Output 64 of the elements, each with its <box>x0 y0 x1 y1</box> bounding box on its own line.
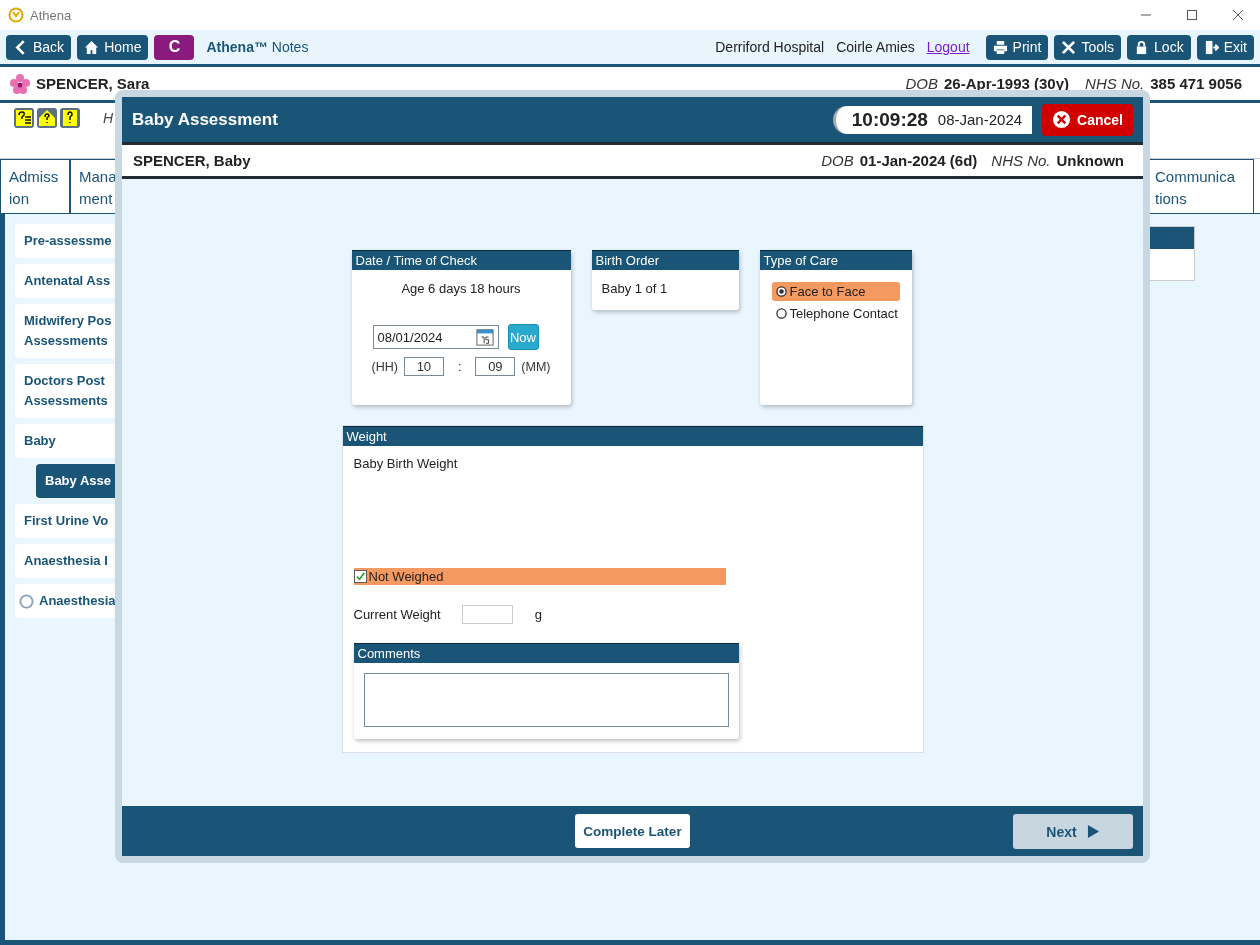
card-header: Birth Order <box>591 250 739 270</box>
not-weighed-checkbox[interactable]: Not Weighed <box>353 568 726 585</box>
printer-icon <box>992 39 1008 55</box>
panel-header: Weight <box>342 426 923 446</box>
calendar-icon[interactable] <box>475 328 494 346</box>
radio-icon <box>775 308 787 319</box>
alert-list-icon[interactable] <box>14 108 34 128</box>
time-separator: : <box>457 359 462 374</box>
hours-field[interactable]: 10 <box>403 357 444 376</box>
user-name: Coirle Amies <box>836 39 915 55</box>
patient-name: SPENCER, Sara <box>36 75 150 92</box>
cancel-button[interactable]: Cancel <box>1042 103 1133 136</box>
checkbox-icon <box>353 570 367 583</box>
nhs-value: Unknown <box>1056 152 1124 169</box>
dob-label: DOB <box>821 152 854 169</box>
minutes-label: (MM) <box>521 359 551 374</box>
date-field[interactable]: 08/01/2024 <box>372 325 499 349</box>
nhs-label: NHS No. <box>991 152 1051 169</box>
radio-option[interactable]: Face to Face <box>771 282 900 301</box>
dialog-title: Baby Assessment <box>132 109 278 130</box>
clock-display: 10:09:28 08-Jan-2024 <box>832 105 1033 134</box>
age-text: Age 6 days 18 hours <box>400 281 522 296</box>
maximize-icon[interactable] <box>1186 9 1198 21</box>
app-name: Athena™ Notes <box>206 39 309 55</box>
play-arrow-icon <box>1086 824 1100 839</box>
unit-label: g <box>534 607 542 622</box>
close-icon[interactable] <box>1232 9 1244 21</box>
window-title: Athena <box>30 7 72 23</box>
minutes-field[interactable]: 09 <box>475 357 516 376</box>
nhs-label: NHS No. <box>1085 75 1145 92</box>
radio-icon <box>775 286 787 297</box>
toolbar-button[interactable]: Exit <box>1196 34 1254 60</box>
weight-input-field[interactable] <box>461 605 513 624</box>
birth-weight-label: Baby Birth Weight <box>353 456 459 471</box>
radio-icon <box>19 593 34 609</box>
card-header: Comments <box>353 643 739 663</box>
nav-button[interactable]: Home <box>77 34 149 60</box>
card-header: Type of Care <box>759 250 912 270</box>
hospital-name: Derriford Hospital <box>715 39 825 55</box>
radio-option[interactable]: Telephone Contact <box>771 304 900 323</box>
flower-icon <box>10 73 30 94</box>
logout-link[interactable]: Logout <box>926 39 970 55</box>
card-header: Date / Time of Check <box>351 250 571 270</box>
nav-button[interactable]: Back <box>6 34 72 60</box>
birth-order-value: Baby 1 of 1 <box>600 280 669 298</box>
baby-name: SPENCER, Baby <box>133 152 251 169</box>
dob-label: DOB <box>905 75 938 92</box>
alert-text: H <box>103 110 114 126</box>
comments-field[interactable] <box>363 673 729 727</box>
home-icon <box>84 39 100 55</box>
c-button[interactable]: C <box>154 34 195 60</box>
toolbar-button[interactable]: Tools <box>1054 34 1122 60</box>
toolbar-button[interactable]: Lock <box>1127 34 1191 60</box>
exit-door-icon <box>1203 39 1219 55</box>
app-logo-icon <box>8 7 24 23</box>
toolbar-button[interactable]: Print <box>985 34 1049 60</box>
hours-label: (HH) <box>371 359 398 374</box>
current-weight-label: Current Weight <box>353 607 441 622</box>
alert-house-icon[interactable] <box>37 108 57 128</box>
dob-value: 01-Jan-2024 (6d) <box>859 152 978 169</box>
complete-later-button[interactable]: Complete Later <box>575 814 690 848</box>
nhs-value: 385 471 9056 <box>1150 75 1242 92</box>
alert-question-icon[interactable] <box>60 108 80 128</box>
close-circle-icon <box>1052 110 1072 129</box>
